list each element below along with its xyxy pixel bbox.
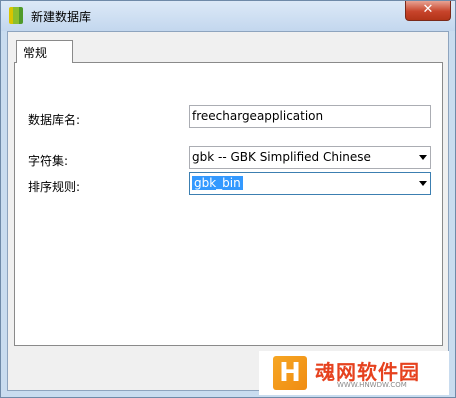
tab-general[interactable]: 常规: [16, 40, 73, 63]
title-bar[interactable]: 新建数据库 ✕: [1, 1, 455, 31]
watermark-logo: H: [273, 356, 307, 390]
dialog-client-area: 常规 数据库名: freechargeapplication 字符集: gbk …: [7, 31, 449, 391]
dialog-window: 新建数据库 ✕ 常规 数据库名: freechargeapplication 字…: [0, 0, 456, 398]
chevron-down-icon: [419, 181, 427, 186]
collation-select[interactable]: gbk_bin: [189, 172, 431, 195]
chevron-down-icon: [419, 155, 427, 160]
close-button[interactable]: ✕: [405, 1, 451, 21]
collation-label: 排序规则:: [28, 180, 81, 194]
db-name-input[interactable]: freechargeapplication: [189, 105, 431, 128]
collation-value: gbk_bin: [192, 176, 243, 190]
watermark: H 魂网软件园 WWW.HNWDW.COM: [259, 351, 449, 395]
window-title: 新建数据库: [31, 10, 92, 24]
watermark-subtitle: WWW.HNWDW.COM: [337, 381, 407, 389]
charset-select[interactable]: gbk -- GBK Simplified Chinese: [189, 146, 431, 169]
db-name-value: freechargeapplication: [192, 109, 324, 123]
db-name-label: 数据库名:: [28, 113, 81, 127]
general-panel: 数据库名: freechargeapplication 字符集: gbk -- …: [14, 62, 443, 346]
charset-value: gbk -- GBK Simplified Chinese: [192, 150, 371, 164]
charset-label: 字符集:: [28, 154, 69, 168]
database-app-icon: [9, 7, 23, 24]
